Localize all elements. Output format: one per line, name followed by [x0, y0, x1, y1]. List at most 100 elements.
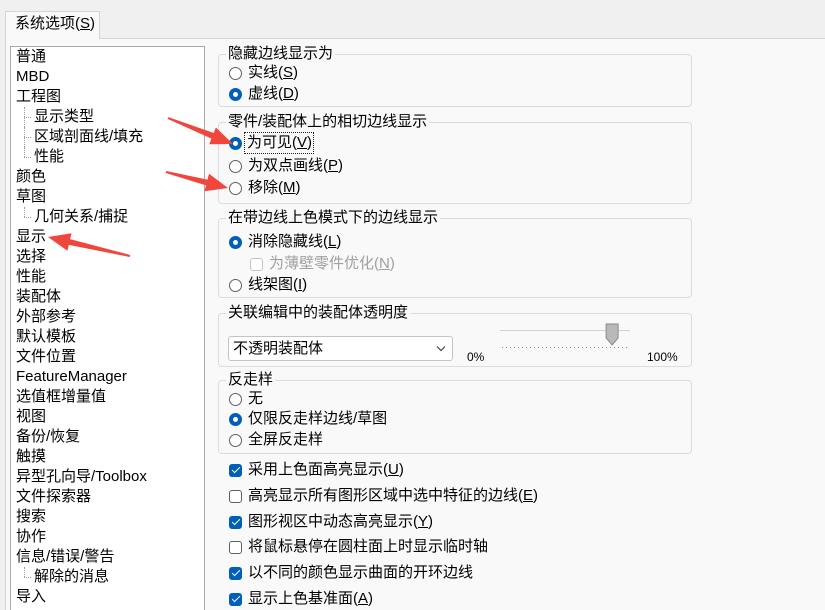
option-label: 显示上色基准面(A)	[248, 590, 374, 607]
tree-item[interactable]: 颜色	[11, 167, 204, 187]
checkbox[interactable]	[229, 489, 242, 503]
option-label: 为薄壁零件优化(N)	[269, 255, 395, 272]
tree-item-label: 备份/恢复	[16, 428, 81, 445]
option-label: 采用上色面高亮显示(U)	[248, 461, 404, 478]
tree-item[interactable]: 备份/恢复	[11, 427, 204, 447]
tree-subitem[interactable]: 显示类型	[11, 107, 204, 127]
radio-button[interactable]	[229, 66, 242, 80]
checkbox[interactable]	[229, 592, 242, 606]
radio-button[interactable]	[229, 181, 242, 195]
radio-option-full-scene[interactable]: 全屏反走样	[229, 430, 323, 450]
tree-subitem[interactable]: 性能	[11, 147, 204, 167]
tree-item[interactable]: 文件探索器	[11, 487, 204, 507]
tree-item[interactable]: 协作	[11, 527, 204, 547]
tree-item[interactable]: 默认模板	[11, 327, 204, 347]
tree-item[interactable]: 文件位置	[11, 347, 204, 367]
tree-item[interactable]: 导入	[11, 587, 204, 607]
tree-item[interactable]: 视图	[11, 407, 204, 427]
radio-button[interactable]	[229, 278, 242, 292]
group-hidden-edges: 隐藏边线显示为 实线(S) 虚线(D)	[218, 44, 692, 107]
tree-item-label: 几何关系/捕捉	[34, 208, 129, 225]
checkbox-option-dynamic-highlight[interactable]: 图形视区中动态高亮显示(Y)	[229, 512, 433, 532]
tree-subitem[interactable]: 几何关系/捕捉	[11, 207, 204, 227]
radio-button[interactable]	[229, 87, 242, 101]
radio-option-none[interactable]: 无	[229, 389, 263, 409]
radio-option-phantom-line[interactable]: 为双点画线(P)	[229, 156, 343, 176]
option-label: 高亮显示所有图形区域中选中特征的边线(E)	[248, 487, 539, 504]
tree-item[interactable]: FeatureManager	[11, 367, 204, 387]
tree-item-label: 显示类型	[34, 108, 95, 125]
checkbox[interactable]	[229, 540, 242, 554]
tree-item[interactable]: 显示	[11, 227, 204, 247]
tree-item[interactable]: 选值框增量值	[11, 387, 204, 407]
checkbox-option-open-edges-color[interactable]: 以不同的颜色显示曲面的开环边线	[229, 563, 473, 583]
checkbox[interactable]	[250, 257, 263, 271]
tree-item[interactable]: 选择	[11, 247, 204, 267]
tree-item-label: MBD	[16, 68, 50, 85]
tree-item[interactable]: 触摸	[11, 447, 204, 467]
tree-item[interactable]: 异型孔向导/Toolbox	[11, 467, 204, 487]
tree-subitem[interactable]: 解除的消息	[11, 567, 204, 587]
radio-button[interactable]	[229, 433, 242, 447]
radio-button[interactable]	[229, 392, 242, 406]
checkbox-option-temporary-axis[interactable]: 将鼠标悬停在圆柱面上时显示临时轴	[229, 537, 488, 557]
checkbox-option-highlight-feature-edges[interactable]: 高亮显示所有图形区域中选中特征的边线(E)	[229, 486, 538, 506]
tree-item-label: 外部参考	[16, 308, 77, 325]
radio-option-remove[interactable]: 移除(M)	[229, 178, 301, 198]
tree-item[interactable]: 草图	[11, 187, 204, 207]
checkbox[interactable]	[229, 566, 242, 580]
radio-button[interactable]	[229, 412, 242, 426]
tree-item[interactable]: 搜索	[11, 507, 204, 527]
option-label: 无	[248, 390, 264, 407]
option-label: 全屏反走样	[248, 431, 324, 448]
tree-item-label: 性能	[16, 268, 47, 285]
radio-option-solid[interactable]: 实线(S)	[229, 63, 298, 83]
group-anti-aliasing: 反走样 无 仅限反走样边线/草图 全屏反走样	[218, 370, 692, 454]
tab-system-options[interactable]: 系统选项(S)	[5, 11, 100, 39]
slider-min-label: 0%	[467, 350, 485, 364]
radio-button[interactable]	[229, 235, 242, 249]
tree-item-label: 信息/错误/警告	[16, 548, 115, 565]
tree-item-label: 协作	[16, 528, 47, 545]
slider-max-label: 100%	[647, 350, 678, 364]
tree-item[interactable]: 普通	[11, 47, 204, 67]
group-assembly-transparency: 关联编辑中的装配体透明度 不透明装配体 0% 100%	[218, 303, 692, 367]
radio-option-visible[interactable]: 为可见(V)	[229, 132, 315, 154]
radio-option-wireframe[interactable]: 线架图(I)	[229, 275, 307, 295]
tree-item-label: 性能	[34, 148, 65, 165]
transparency-dropdown[interactable]: 不透明装配体	[228, 336, 453, 361]
tree-item[interactable]: 性能	[11, 267, 204, 287]
options-tree[interactable]: 普通 MBD 工程图 显示类型 区域剖面线/填充 性能 颜色 草图 几何关系/捕捉 显示 选择 性能装…	[10, 46, 205, 610]
option-label: 虚线(D)	[248, 85, 299, 102]
option-label: 以不同的颜色显示曲面的开环边线	[248, 564, 474, 581]
tree-subitem[interactable]: 区域剖面线/填充	[11, 127, 204, 147]
radio-option-edges-sketches-only[interactable]: 仅限反走样边线/草图	[229, 409, 387, 429]
tree-item-label: 异型孔向导/Toolbox	[16, 468, 147, 485]
transparency-slider[interactable]	[495, 320, 640, 352]
tree-item[interactable]: 装配体	[11, 287, 204, 307]
group-title: 关联编辑中的装配体透明度	[226, 303, 411, 323]
checkbox[interactable]	[229, 515, 242, 529]
chevron-down-icon[interactable]	[436, 345, 446, 352]
tree-item[interactable]: 工程图	[11, 87, 204, 107]
checkbox-option-shaded-face-highlight[interactable]: 采用上色面高亮显示(U)	[229, 460, 404, 480]
option-label: 图形视区中动态高亮显示(Y)	[248, 513, 434, 530]
checkbox-option-shaded-planes[interactable]: 显示上色基准面(A)	[229, 589, 373, 609]
radio-button[interactable]	[229, 136, 242, 150]
checkbox[interactable]	[229, 463, 242, 477]
tree-item[interactable]: 外部参考	[11, 307, 204, 327]
tree-item-label: 草图	[16, 188, 47, 205]
slider-thumb[interactable]	[605, 323, 619, 346]
option-label: 为可见(V)	[243, 132, 315, 154]
radio-option-hidden-line-removed[interactable]: 消除隐藏线(L)	[229, 232, 341, 252]
system-options-dialog: 系统选项(S) 普通 MBD 工程图 显示类型 区域剖面线/填充 性能 颜色 草图 几何关系/捕…	[0, 0, 825, 610]
radio-option-dashed[interactable]: 虚线(D)	[229, 84, 299, 104]
tree-item-label: 解除的消息	[34, 568, 110, 585]
tree-item-label: 颜色	[16, 168, 47, 185]
radio-button[interactable]	[229, 159, 242, 173]
tree-item-label: 默认模板	[16, 328, 77, 345]
tree-item[interactable]: 信息/错误/警告	[11, 547, 204, 567]
tree-item[interactable]: MBD	[11, 67, 204, 87]
option-label: 实线(S)	[248, 64, 299, 81]
checkbox-option-thin-wall[interactable]: 为薄壁零件优化(N)	[250, 254, 395, 274]
